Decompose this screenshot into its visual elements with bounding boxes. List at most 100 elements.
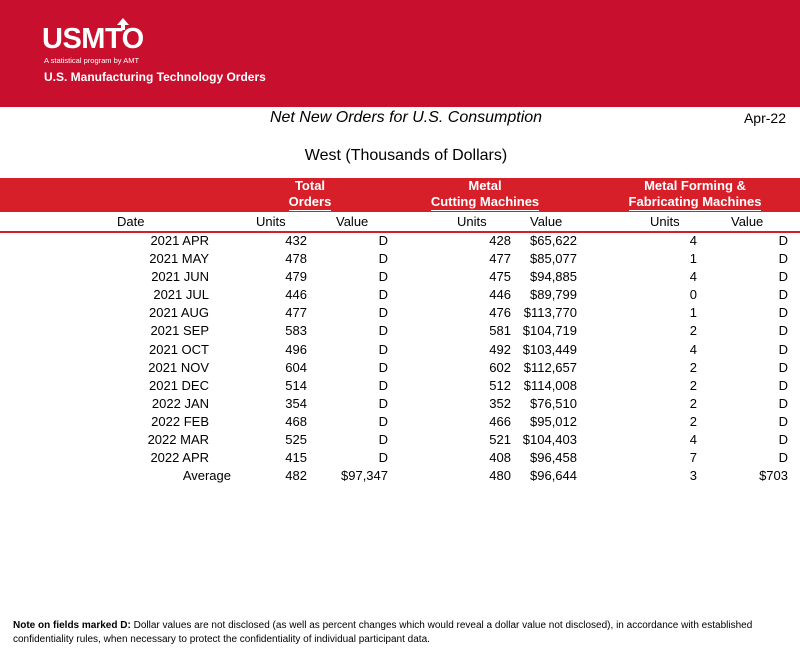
col-total-value: Value	[336, 214, 369, 229]
footnote: Note on fields marked D: Dollar values a…	[13, 619, 773, 647]
row-total-units: 583	[285, 323, 307, 339]
row-mc-value: $95,012	[530, 413, 577, 429]
row-mf-value: D	[778, 323, 788, 339]
row-mc-value: $114,008	[523, 377, 577, 393]
row-mc-value: $96,644	[530, 468, 577, 484]
footnote-label: Note on fields marked D:	[13, 620, 131, 631]
row-total-units: 514	[285, 377, 307, 393]
row-date: 2021 DEC	[149, 377, 209, 393]
row-total-units: 432	[285, 233, 307, 248]
table-row: 2021 SEP 583 D 581 $104,719 2 D	[0, 322, 800, 340]
row-date: 2022 APR	[150, 450, 209, 466]
row-mc-value: $113,770	[523, 305, 577, 321]
row-mf-value: D	[778, 395, 788, 411]
group-metal-forming: Metal Forming & Fabricating Machines	[610, 178, 780, 211]
table-row: 2021 OCT 496 D 492 $103,449 4 D	[0, 341, 800, 359]
row-total-units: 446	[285, 287, 307, 303]
row-mc-units: 477	[489, 251, 511, 267]
table-row: 2022 MAR 525 D 521 $104,403 4 D	[0, 431, 800, 449]
usmto-logo: USMTO	[42, 18, 144, 54]
group-metal-forming-line2: Fabricating Machines	[628, 194, 762, 211]
table-row: 2021 AUG 477 D 476 $113,770 1 D	[0, 304, 800, 322]
row-total-units: 496	[285, 341, 307, 357]
table-body: 2021 APR 432 D 428 $65,622 4 D 2021 MAY …	[0, 232, 800, 485]
row-mf-value: D	[778, 233, 788, 248]
col-date: Date	[117, 214, 145, 229]
row-date: 2021 MAY	[149, 251, 209, 267]
row-mf-value: D	[778, 413, 788, 429]
row-date: 2021 JUN	[151, 269, 209, 285]
row-total-value: D	[378, 341, 388, 357]
row-total-units: 482	[285, 468, 307, 484]
row-mc-units: 475	[489, 269, 511, 285]
region-subtitle: West (Thousands of Dollars)	[304, 147, 508, 164]
row-total-units: 478	[285, 251, 307, 267]
row-mc-units: 512	[489, 377, 511, 393]
row-mf-units: 7	[689, 450, 697, 466]
table-row: 2021 MAY 478 D 477 $85,077 1 D	[0, 250, 800, 268]
row-date: 2022 FEB	[151, 413, 209, 429]
row-mc-units: 602	[489, 359, 511, 375]
table-row: 2021 APR 432 D 428 $65,622 4 D	[0, 232, 800, 250]
row-mc-units: 480	[489, 468, 511, 484]
arrow-up-icon	[117, 18, 129, 30]
row-mf-value: D	[778, 341, 788, 357]
table-row: 2022 FEB 468 D 466 $95,012 2 D	[0, 413, 800, 431]
group-total-line2: Orders	[288, 194, 332, 211]
banner-title: U.S. Manufacturing Technology Orders	[44, 70, 266, 84]
row-mf-units: 4	[689, 269, 697, 285]
row-mf-units: 2	[689, 377, 697, 393]
row-mf-value: D	[778, 287, 788, 303]
row-mc-value: $89,799	[530, 287, 577, 303]
row-mc-value: $112,657	[523, 359, 577, 375]
group-metal-cutting-line1: Metal	[468, 178, 502, 193]
row-mc-units: 428	[489, 233, 511, 248]
row-mf-units: 2	[689, 323, 697, 339]
row-mc-units: 476	[489, 305, 511, 321]
period-label: Apr-22	[743, 110, 786, 126]
row-mf-value: D	[778, 432, 788, 448]
row-mf-units: 1	[689, 251, 697, 267]
group-total-line1: Total	[294, 178, 326, 193]
row-total-value: D	[378, 269, 388, 285]
row-mc-value: $104,719	[522, 323, 577, 339]
row-mf-units: 0	[689, 287, 697, 303]
row-mc-value: $103,449	[522, 341, 577, 357]
table-row: 2021 JUN 479 D 475 $94,885 4 D	[0, 268, 800, 286]
group-total-orders: Total Orders	[270, 178, 350, 211]
row-total-value: D	[378, 432, 388, 448]
row-total-value: D	[378, 450, 388, 466]
row-mf-units: 2	[689, 413, 697, 429]
row-total-units: 479	[285, 269, 307, 285]
row-date: 2021 JUL	[153, 287, 209, 303]
logo-subtitle: A statistical program by AMT	[44, 56, 140, 65]
row-mc-value: $65,622	[530, 233, 577, 248]
row-date: 2021 NOV	[148, 359, 209, 375]
row-mf-units: 1	[689, 305, 697, 321]
row-mf-units: 4	[689, 233, 697, 248]
row-total-value: D	[378, 413, 388, 429]
row-mf-units: 4	[689, 432, 697, 448]
row-total-value: D	[378, 377, 388, 393]
row-mc-value: $76,510	[530, 395, 577, 411]
page-title: Net New Orders for U.S. Consumption	[269, 109, 543, 126]
col-mf-value: Value	[731, 214, 764, 229]
row-mf-units: 2	[689, 359, 697, 375]
row-mc-value: $104,403	[522, 432, 577, 448]
row-date: 2021 APR	[150, 233, 209, 248]
row-total-units: 468	[285, 413, 307, 429]
row-mf-value: D	[778, 269, 788, 285]
table-row: 2021 DEC 514 D 512 $114,008 2 D	[0, 377, 800, 395]
row-date: 2021 OCT	[149, 341, 209, 357]
column-header-row: Date Units Value Units Value Units Value	[0, 213, 800, 230]
table-row: 2022 JAN 354 D 352 $76,510 2 D	[0, 395, 800, 413]
row-date: 2021 SEP	[150, 323, 209, 339]
table-row: 2021 NOV 604 D 602 $112,657 2 D	[0, 359, 800, 377]
row-mf-units: 4	[689, 341, 697, 357]
row-date: 2021 AUG	[149, 305, 209, 321]
table-row: 2022 APR 415 D 408 $96,458 7 D	[0, 449, 800, 467]
row-mc-value: $85,077	[530, 251, 577, 267]
row-total-value: $97,347	[341, 468, 388, 484]
row-total-value: D	[378, 395, 388, 411]
average-row: Average 482 $97,347 480 $96,644 3 $703	[0, 467, 800, 485]
